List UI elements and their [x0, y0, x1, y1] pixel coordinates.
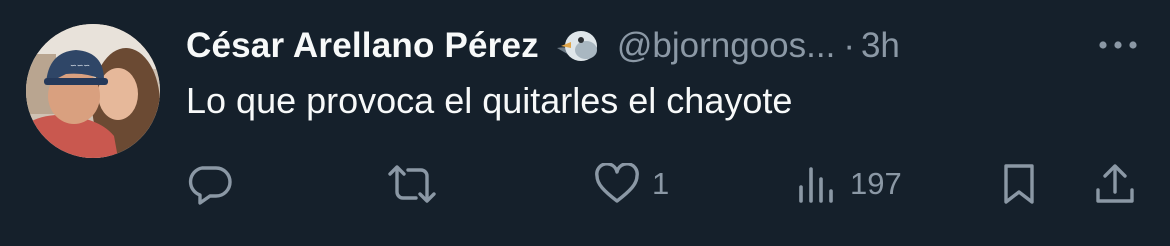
- author-name[interactable]: César Arellano Pérez: [186, 26, 539, 66]
- views-button[interactable]: 197: [796, 162, 902, 206]
- retweet-icon: [388, 165, 436, 203]
- header-separator: ·: [843, 26, 855, 65]
- views-icon: [799, 167, 833, 203]
- bookmark-icon: [1004, 164, 1034, 204]
- tweet-time[interactable]: 3h: [861, 26, 900, 66]
- reply-button[interactable]: [188, 162, 246, 206]
- more-options-button[interactable]: [1094, 28, 1142, 62]
- tweet-header: César Arellano Pérez @bjorngoos... · 3h: [186, 22, 1140, 70]
- ellipsis-icon: [1099, 41, 1137, 49]
- bird-emoji-icon: [553, 26, 603, 66]
- tweet-text: Lo que provoca el quitarles el chayote: [186, 80, 793, 121]
- author-avatar[interactable]: ∽∽∽: [26, 24, 160, 158]
- views-count: 197: [850, 166, 902, 201]
- avatar-photo: ∽∽∽: [26, 24, 160, 158]
- like-count: 1: [652, 166, 670, 201]
- author-handle[interactable]: @bjorngoos...: [617, 26, 835, 66]
- reply-icon: [188, 166, 232, 205]
- retweet-button[interactable]: [386, 162, 450, 206]
- svg-text:∽∽∽: ∽∽∽: [70, 61, 90, 70]
- heart-icon: [595, 163, 639, 203]
- bookmark-button[interactable]: [1000, 162, 1038, 206]
- share-button[interactable]: [1094, 162, 1136, 206]
- like-button[interactable]: 1: [594, 162, 669, 206]
- share-icon: [1096, 164, 1134, 203]
